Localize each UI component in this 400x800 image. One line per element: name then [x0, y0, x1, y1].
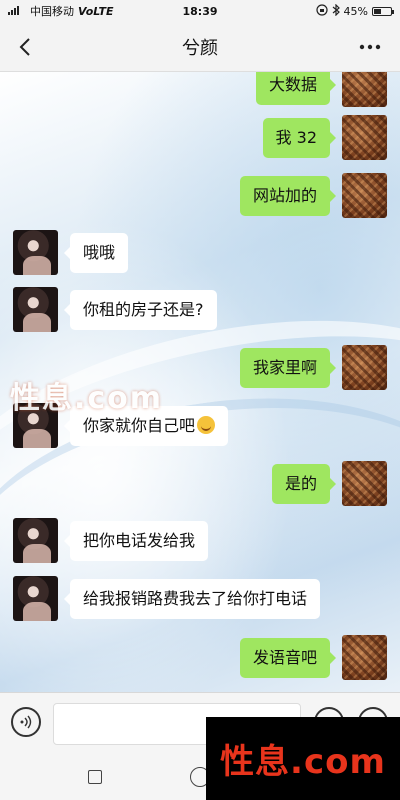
more-dots-icon — [359, 44, 381, 50]
outgoing-bubble[interactable]: 网站加的 — [239, 175, 337, 216]
message-row: 哦哦 — [13, 230, 129, 275]
outgoing-bubble[interactable]: 是的 — [271, 463, 337, 504]
message-row: 把你电话发给我 — [13, 518, 209, 563]
status-bar: 中国移动 VoLTE 18:39 45% — [0, 0, 400, 22]
outgoing-bubble[interactable]: 大数据 — [255, 72, 337, 105]
self-avatar[interactable] — [342, 173, 387, 218]
bluetooth-icon — [332, 3, 340, 19]
outgoing-bubble[interactable]: 我 32 — [262, 117, 337, 158]
nav-bar: 兮颜 — [0, 22, 400, 72]
self-avatar[interactable] — [342, 72, 387, 107]
signal-icon — [8, 5, 26, 18]
battery-percent: 45% — [343, 4, 368, 18]
self-avatar[interactable] — [342, 115, 387, 160]
watermark-logo: 性息.com — [220, 742, 386, 782]
incoming-bubble[interactable]: 哦哦 — [63, 232, 129, 273]
message-row: 给我报销路费我去了给你打电话 — [13, 576, 321, 621]
network-type: VoLTE — [78, 4, 114, 18]
watermark-banner: 性息.com — [206, 717, 400, 800]
message-row: 我家里啊 — [239, 345, 387, 390]
laughing-emoji-icon — [197, 415, 216, 434]
incoming-bubble[interactable]: 把你电话发给我 — [63, 520, 209, 561]
more-button[interactable] — [350, 32, 390, 62]
message-row: 大数据 — [255, 72, 387, 107]
chevron-left-icon — [19, 38, 30, 56]
self-avatar[interactable] — [342, 461, 387, 506]
chat-title: 兮颜 — [182, 37, 218, 59]
contact-avatar[interactable] — [13, 576, 58, 621]
battery-icon — [372, 6, 394, 16]
watermark: 性息.com — [10, 381, 164, 416]
message-row: 我 32 — [262, 115, 387, 160]
voice-input-button[interactable] — [11, 707, 41, 737]
incoming-bubble[interactable]: 给我报销路费我去了给你打电话 — [63, 578, 321, 619]
contact-avatar[interactable] — [13, 287, 58, 332]
carrier-name: 中国移动 — [30, 5, 74, 18]
message-row: 是的 — [271, 461, 387, 506]
recent-apps-button[interactable] — [88, 770, 102, 784]
self-avatar[interactable] — [342, 635, 387, 680]
outgoing-bubble[interactable]: 发语音吧 — [239, 637, 337, 678]
message-row: 发语音吧 — [239, 635, 387, 680]
message-text: 你家就你自己吧 — [83, 415, 196, 435]
message-row: 你租的房子还是? — [13, 287, 217, 332]
contact-avatar[interactable] — [13, 230, 58, 275]
self-avatar[interactable] — [342, 345, 387, 390]
contact-avatar[interactable] — [13, 518, 58, 563]
back-button[interactable] — [10, 32, 40, 62]
message-row: 网站加的 — [239, 173, 387, 218]
voice-icon — [20, 715, 32, 729]
outgoing-bubble[interactable]: 我家里啊 — [239, 347, 337, 388]
status-left: 中国移动 VoLTE — [8, 3, 113, 19]
incoming-bubble[interactable]: 你租的房子还是? — [64, 289, 217, 330]
status-right: 45% — [315, 3, 394, 19]
lock-rotation-icon — [315, 3, 328, 19]
battery-level-fill — [374, 8, 382, 14]
